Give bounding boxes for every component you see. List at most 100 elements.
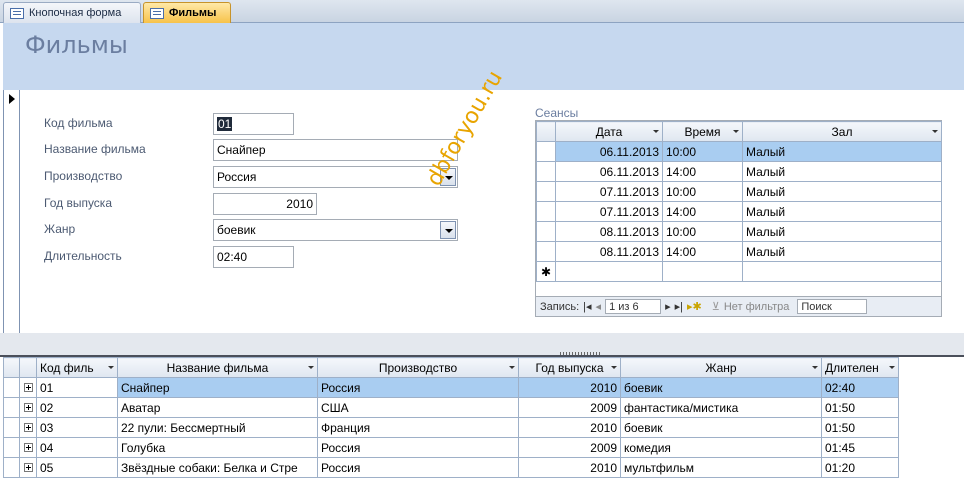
- chevron-down-icon[interactable]: [889, 366, 895, 369]
- table-row[interactable]: 07.11.2013 14:00 Малый: [536, 201, 942, 222]
- new-date-cell[interactable]: [555, 261, 663, 282]
- new-record-nav-icon[interactable]: ▸✱: [687, 300, 702, 313]
- film-genre[interactable]: фантастика/мистика: [620, 397, 822, 418]
- session-time[interactable]: 10:00: [662, 221, 743, 242]
- session-hall[interactable]: Малый: [742, 141, 942, 162]
- film-code-field[interactable]: 01: [213, 113, 294, 135]
- film-year[interactable]: 2010: [518, 457, 621, 478]
- table-row[interactable]: 08.11.2013 14:00 Малый: [536, 241, 942, 262]
- film-duration[interactable]: 01:45: [821, 437, 899, 458]
- film-year[interactable]: 2010: [518, 377, 621, 398]
- session-time[interactable]: 14:00: [662, 241, 743, 262]
- session-time[interactable]: 14:00: [662, 201, 743, 222]
- table-row[interactable]: 07.11.2013 10:00 Малый: [536, 181, 942, 202]
- film-name[interactable]: Снайпер: [117, 377, 318, 398]
- film-year[interactable]: 2009: [518, 397, 621, 418]
- row-selector[interactable]: [3, 377, 20, 398]
- filter-status[interactable]: Нет фильтра: [724, 301, 790, 313]
- chevron-down-icon[interactable]: [108, 366, 114, 369]
- chevron-down-icon[interactable]: [611, 366, 617, 369]
- select-all-corner[interactable]: [3, 357, 20, 378]
- row-selector[interactable]: [536, 181, 556, 202]
- column-header-code[interactable]: Код филь: [36, 357, 118, 378]
- session-time[interactable]: 10:00: [662, 141, 743, 162]
- next-record-icon[interactable]: ▸: [665, 300, 671, 313]
- film-genre[interactable]: боевик: [620, 377, 822, 398]
- search-input[interactable]: Поиск: [797, 299, 868, 314]
- session-hall[interactable]: Малый: [742, 161, 942, 182]
- film-production[interactable]: Россия: [317, 457, 519, 478]
- session-date[interactable]: 08.11.2013: [555, 241, 663, 262]
- table-row[interactable]: 02 Аватар США 2009 фантастика/мистика 01…: [3, 397, 899, 418]
- row-selector[interactable]: [536, 201, 556, 222]
- column-header-time[interactable]: Время: [662, 121, 743, 142]
- film-year[interactable]: 2010: [518, 417, 621, 438]
- table-row[interactable]: 06.11.2013 10:00 Малый: [536, 141, 942, 162]
- record-position-field[interactable]: 1 из 6: [605, 299, 662, 314]
- tab-films[interactable]: Фильмы: [143, 2, 231, 23]
- row-selector[interactable]: [3, 437, 20, 458]
- first-record-icon[interactable]: |◂: [583, 300, 591, 313]
- expand-plus-icon[interactable]: [23, 462, 33, 472]
- table-row[interactable]: 01 Снайпер Россия 2010 боевик 02:40: [3, 377, 899, 398]
- table-row[interactable]: 05 Звёздные собаки: Белка и Стре Россия …: [3, 457, 899, 478]
- expand-row[interactable]: [19, 397, 37, 418]
- duration-field[interactable]: 02:40: [213, 246, 294, 268]
- column-header-year[interactable]: Год выпуска: [518, 357, 621, 378]
- film-genre[interactable]: мультфильм: [620, 457, 822, 478]
- chevron-down-icon[interactable]: [440, 221, 456, 239]
- session-hall[interactable]: Малый: [742, 201, 942, 222]
- new-time-cell[interactable]: [662, 261, 743, 282]
- expand-row[interactable]: [19, 437, 37, 458]
- expand-row[interactable]: [19, 457, 37, 478]
- chevron-down-icon[interactable]: [932, 130, 938, 133]
- session-hall[interactable]: Малый: [742, 181, 942, 202]
- chevron-down-icon[interactable]: [653, 130, 659, 133]
- filter-icon[interactable]: ⊻: [712, 300, 720, 313]
- film-code[interactable]: 05: [36, 457, 118, 478]
- row-selector[interactable]: [536, 161, 556, 182]
- film-duration[interactable]: 01:50: [821, 417, 899, 438]
- table-row[interactable]: 04 Голубка Россия 2009 комедия 01:45: [3, 437, 899, 458]
- table-row[interactable]: 06.11.2013 14:00 Малый: [536, 161, 942, 182]
- expand-row[interactable]: [19, 377, 37, 398]
- chevron-down-icon[interactable]: [733, 130, 739, 133]
- film-duration[interactable]: 01:20: [821, 457, 899, 478]
- row-selector[interactable]: [536, 141, 556, 162]
- year-field[interactable]: 2010: [213, 193, 317, 215]
- session-time[interactable]: 10:00: [662, 181, 743, 202]
- film-duration[interactable]: 02:40: [821, 377, 899, 398]
- row-selector[interactable]: [3, 457, 20, 478]
- column-header-genre[interactable]: Жанр: [620, 357, 822, 378]
- chevron-down-icon[interactable]: [812, 366, 818, 369]
- column-header-duration[interactable]: Длителен: [821, 357, 899, 378]
- film-code[interactable]: 03: [36, 417, 118, 438]
- session-date[interactable]: 06.11.2013: [555, 141, 663, 162]
- session-time[interactable]: 14:00: [662, 161, 743, 182]
- session-date[interactable]: 06.11.2013: [555, 161, 663, 182]
- session-date[interactable]: 08.11.2013: [555, 221, 663, 242]
- film-production[interactable]: Россия: [317, 377, 519, 398]
- session-hall[interactable]: Малый: [742, 241, 942, 262]
- film-production[interactable]: Франция: [317, 417, 519, 438]
- select-all-corner[interactable]: [536, 121, 556, 142]
- table-row[interactable]: 08.11.2013 10:00 Малый: [536, 221, 942, 242]
- film-genre[interactable]: комедия: [620, 437, 822, 458]
- film-name[interactable]: Звёздные собаки: Белка и Стре: [117, 457, 318, 478]
- genre-combo[interactable]: боевик: [213, 219, 458, 241]
- expand-plus-icon[interactable]: [23, 442, 33, 452]
- session-date[interactable]: 07.11.2013: [555, 181, 663, 202]
- last-record-icon[interactable]: ▸|: [675, 300, 683, 313]
- film-duration[interactable]: 01:50: [821, 397, 899, 418]
- new-record-row[interactable]: ✱: [536, 261, 942, 282]
- new-hall-cell[interactable]: [742, 261, 942, 282]
- column-header-name[interactable]: Название фильма: [117, 357, 318, 378]
- chevron-down-icon[interactable]: [509, 366, 515, 369]
- tab-switchboard[interactable]: Кнопочная форма: [3, 2, 141, 23]
- film-genre[interactable]: боевик: [620, 417, 822, 438]
- expand-row[interactable]: [19, 417, 37, 438]
- session-date[interactable]: 07.11.2013: [555, 201, 663, 222]
- row-selector[interactable]: [3, 397, 20, 418]
- column-header-production[interactable]: Производство: [317, 357, 519, 378]
- chevron-down-icon[interactable]: [308, 366, 314, 369]
